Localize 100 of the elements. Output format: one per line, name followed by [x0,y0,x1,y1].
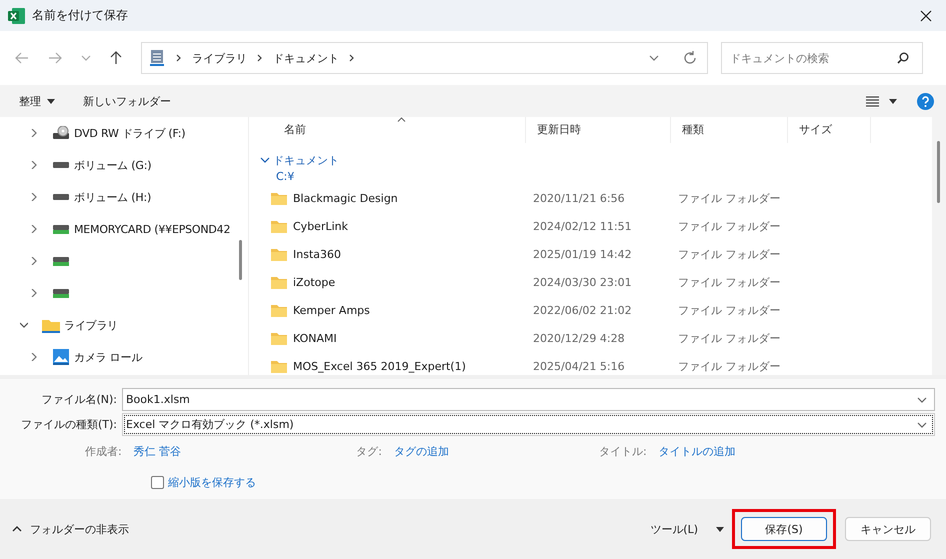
address-bar[interactable]: ライブラリ ドキュメント [141,42,708,74]
author-label: 作成者: [85,444,122,458]
nav-item-label[interactable]: ボリューム (G:) [74,158,152,172]
refresh-icon[interactable] [683,51,697,65]
chevron-down-icon[interactable] [649,55,659,61]
checkbox[interactable] [151,476,164,489]
column-header[interactable]: 種類 [671,117,788,143]
add-title-link[interactable]: タイトルの追加 [658,444,736,458]
help-icon[interactable] [917,92,934,110]
file-type: ファイル フォルダー [677,218,782,234]
modified-date: 2025/04/21 5:16 [532,360,626,372]
sort-caret-icon [397,117,406,122]
back-arrow-icon[interactable] [15,52,29,64]
chevron-right-icon[interactable] [257,54,263,62]
breadcrumb-item[interactable]: ライブラリ [192,50,247,66]
checkbox-label[interactable]: 縮小版を保存する [168,475,256,490]
modified-date: 2020/11/21 6:56 [532,192,626,204]
modified-date: 2022/06/02 21:02 [532,304,633,316]
field-label: ファイルの種類(T): [20,417,118,432]
forward-arrow-icon[interactable] [48,52,62,64]
file-type: ファイル フォルダー [677,330,782,346]
field-label: ファイル名(N): [40,392,118,407]
folder-icon [271,332,287,344]
column-header[interactable]: 名前 [251,117,526,143]
nav-item-label[interactable]: MEMORYCARD (¥¥EPSOND42 [74,222,230,236]
caret-icon[interactable] [889,98,897,104]
nav-item-label[interactable]: DVD RW ドライブ (F:) [74,126,186,140]
document-icon [150,50,164,66]
picture-icon [53,349,69,365]
column-header[interactable]: 更新日時 [526,117,671,143]
close-icon[interactable] [920,10,932,22]
folder-icon [271,248,287,260]
author-link[interactable]: 秀仁 菅谷 [134,444,182,458]
file-name[interactable]: Kemper Amps [293,304,370,316]
file-name[interactable]: Insta360 [293,248,341,260]
organize-menu-button[interactable]: 整理 [9,90,65,112]
folder-icon [271,220,287,232]
chevron-icon[interactable] [20,321,28,329]
group-path: C:¥ [275,170,296,183]
chevron-down-icon[interactable] [917,396,927,402]
modified-date: 2025/01/19 14:42 [532,248,633,260]
modified-date: 2024/03/30 23:01 [532,276,633,288]
folder-icon [271,304,287,316]
file-type: ファイル フォルダー [677,274,782,290]
file-type: ファイル フォルダー [677,190,782,206]
search-field[interactable]: ドキュメントの検索 [721,42,923,74]
window-title: 名前を付けて保存 [32,7,128,24]
column-header[interactable]: サイズ [788,117,871,143]
folder-icon [271,360,287,372]
add-tag-link[interactable]: タグの追加 [394,444,449,458]
scrollbar-thumb[interactable] [937,141,940,203]
file-type: ファイル フォルダー [677,246,782,262]
caret-icon [716,526,724,532]
caret-icon [47,98,55,104]
chevron-icon[interactable] [260,157,270,163]
chevron-icon[interactable] [30,289,38,297]
file-name[interactable]: MOS_Excel 365 2019_Expert(1) [293,360,466,372]
chevron-right-icon[interactable] [349,54,355,62]
search-icon[interactable] [897,52,909,64]
folder-icon [271,192,287,204]
nav-item-label[interactable]: カメラ ロール [74,350,142,364]
title-label: タイトル: [598,444,647,458]
file-type-dropdown[interactable]: Excel マクロ有効ブック (*.xlsm) [122,413,935,436]
drive-icon [53,162,69,168]
cancel-button[interactable]: キャンセル [845,517,931,541]
folder-icon [271,276,287,288]
network-drive-icon [53,224,69,234]
tools-menu-button[interactable]: ツール(L) [650,518,724,540]
breadcrumb-item[interactable]: ドキュメント [273,50,339,66]
file-name-field[interactable]: Book1.xlsm [122,388,935,411]
file-name[interactable]: KONAMI [293,332,337,344]
nav-item-label[interactable]: ライブラリ [64,318,118,332]
nav-item-label[interactable]: ボリューム (H:) [74,190,152,204]
file-name[interactable]: iZotope [293,276,336,288]
scrollbar-thumb[interactable] [239,240,242,280]
up-arrow-icon[interactable] [110,51,122,65]
chevron-icon[interactable] [30,225,38,233]
chevron-down-icon[interactable] [917,422,927,428]
network-drive-icon [53,256,69,266]
spreadsheet-app-icon [8,8,25,24]
file-type: ファイル フォルダー [677,358,782,374]
chevron-icon[interactable] [30,193,38,201]
hide-folders-button[interactable]: フォルダーの非表示 [12,518,129,540]
modified-date: 2020/12/29 4:28 [532,332,626,344]
file-name[interactable]: CyberLink [293,220,348,232]
view-list-icon[interactable] [866,96,879,106]
network-drive-icon [53,288,69,298]
chevron-icon[interactable] [30,353,38,361]
group-header[interactable]: ドキュメント [273,152,339,168]
file-type: ファイル フォルダー [677,302,782,318]
chevron-icon[interactable] [30,161,38,169]
new-folder-button[interactable]: 新しいフォルダー [73,90,181,112]
chevron-icon[interactable] [30,257,38,265]
chevron-icon[interactable] [30,129,38,137]
drive-icon [53,194,69,200]
tags-label: タグ: [356,444,382,458]
chevron-up-icon [12,526,22,532]
chevron-right-icon[interactable] [176,54,182,62]
save-button[interactable]: 保存(S) [741,517,827,541]
file-name[interactable]: Blackmagic Design [293,192,398,204]
